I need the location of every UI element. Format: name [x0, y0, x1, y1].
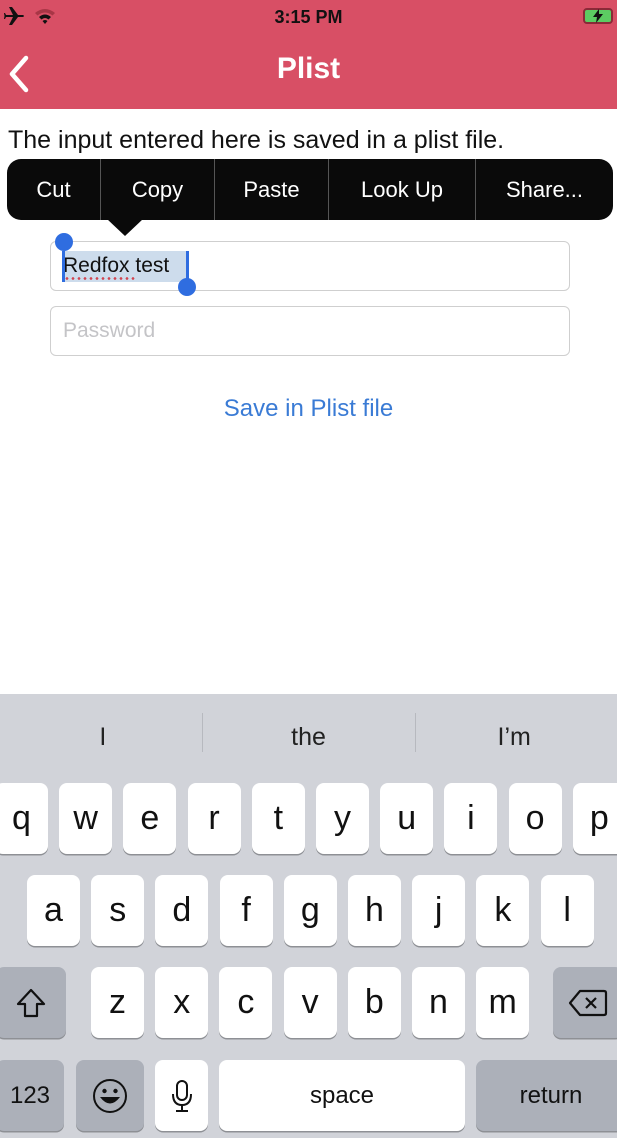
key-i[interactable]: i [444, 783, 498, 854]
numbers-key[interactable]: 123 [0, 1060, 64, 1131]
key-z[interactable]: z [91, 967, 144, 1038]
key-j[interactable]: j [412, 875, 466, 946]
selection-start-handle[interactable] [55, 233, 73, 251]
microphone-key[interactable] [155, 1060, 208, 1131]
key-x[interactable]: x [155, 967, 209, 1038]
status-time: 3:15 PM [274, 7, 343, 27]
username-field[interactable]: Redfox test [50, 233, 570, 296]
edit-menu: Cut Copy Paste Look Up Share... [7, 159, 613, 220]
key-n[interactable]: n [412, 967, 465, 1038]
key-y[interactable]: y [316, 783, 369, 854]
key-f[interactable]: f [219, 875, 273, 946]
spellcheck-underline [64, 277, 136, 280]
username-value: Redfox test [63, 254, 170, 277]
key-m[interactable]: m [476, 967, 530, 1038]
password-field[interactable]: Password [50, 306, 570, 356]
suggestion[interactable]: the [206, 694, 412, 780]
key-e[interactable]: e [123, 783, 177, 854]
key-q[interactable]: q [0, 783, 48, 854]
battery-icon [583, 8, 613, 24]
key-o[interactable]: o [508, 783, 562, 854]
suggestion-divider [415, 713, 416, 752]
emoji-key[interactable] [76, 1060, 144, 1131]
key-g[interactable]: g [283, 875, 337, 946]
suggestion-bar: I the I’m [0, 694, 617, 780]
shift-key[interactable] [0, 967, 66, 1038]
suggestion-divider [202, 713, 203, 752]
key-a[interactable]: a [27, 875, 80, 946]
password-placeholder: Password [63, 319, 156, 342]
page-title: Plist [276, 52, 341, 85]
suggestion[interactable]: I’m [411, 694, 617, 780]
key-u[interactable]: u [380, 783, 434, 854]
microphone-icon [171, 1079, 192, 1112]
edit-menu-paste[interactable]: Paste [215, 159, 329, 220]
delete-key[interactable] [553, 967, 617, 1038]
key-h[interactable]: h [348, 875, 401, 946]
navigation-header: 3:15 PM Plist [0, 0, 617, 109]
shift-icon [16, 988, 46, 1017]
description-text: The input entered here is saved in a pli… [8, 126, 505, 154]
key-c[interactable]: c [219, 967, 273, 1038]
selection-start-bar [62, 251, 65, 282]
key-k[interactable]: k [476, 875, 530, 946]
suggestion[interactable]: I [0, 694, 206, 780]
edit-menu-copy[interactable]: Copy [101, 159, 215, 220]
emoji-icon [93, 1078, 127, 1113]
selection-end-handle[interactable] [178, 278, 196, 296]
backspace-icon [568, 989, 608, 1016]
screen: 3:15 PM Plist The input entered here is … [0, 0, 617, 1138]
key-w[interactable]: w [59, 783, 113, 854]
edit-menu-look-up[interactable]: Look Up [329, 159, 476, 220]
space-key[interactable]: space [219, 1060, 465, 1131]
key-b[interactable]: b [347, 967, 401, 1038]
key-r[interactable]: r [187, 783, 241, 854]
edit-menu-arrow [107, 219, 143, 236]
key-l[interactable]: l [540, 875, 594, 946]
key-s[interactable]: s [91, 875, 145, 946]
status-bar: 3:15 PM [0, 0, 617, 36]
key-v[interactable]: v [283, 967, 337, 1038]
key-p[interactable]: p [572, 783, 617, 854]
save-plist-button[interactable]: Save in Plist file [0, 395, 617, 423]
key-d[interactable]: d [155, 875, 209, 946]
edit-menu-share[interactable]: Share... [476, 159, 613, 220]
edit-menu-cut[interactable]: Cut [7, 159, 101, 220]
keyboard: I the I’m qwertyuiop asdfghjkl zxcvbnm 1… [0, 694, 617, 1138]
key-t[interactable]: t [251, 783, 305, 854]
return-key[interactable]: return [476, 1060, 617, 1131]
